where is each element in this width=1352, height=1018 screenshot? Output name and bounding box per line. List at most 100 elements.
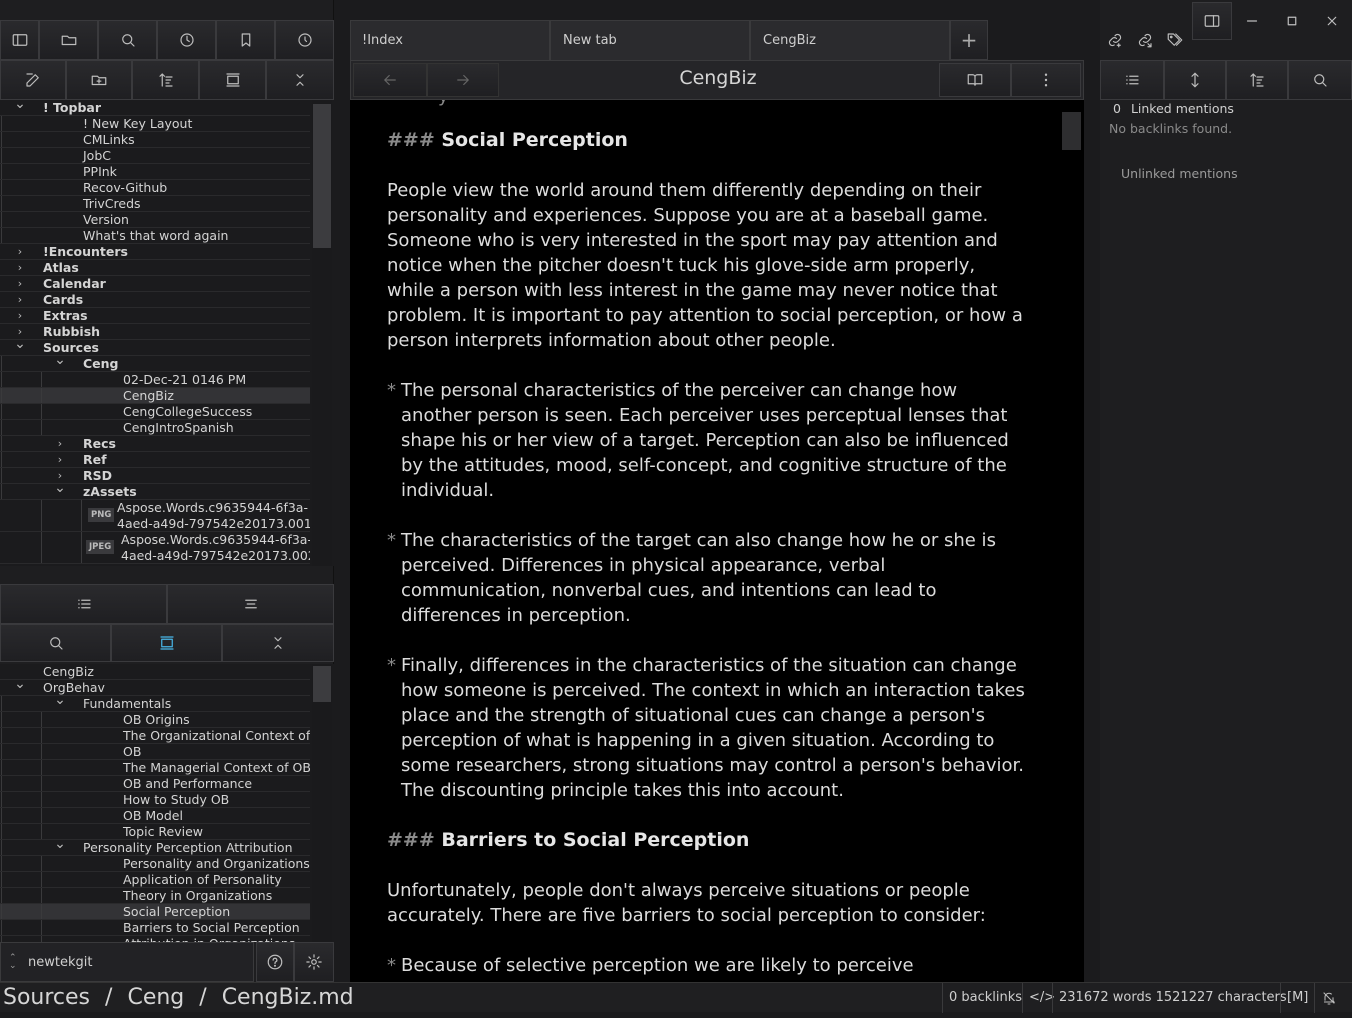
mode-indicator[interactable]: [M]	[1280, 983, 1314, 1013]
breadcrumb-item[interactable]: CengBiz.md	[222, 985, 354, 1010]
asset-file-item[interactable]: JPEG Aspose.Words.c9635944-6f3a- 4aed-a49d…	[0, 532, 310, 564]
bullet-item[interactable]: * The personal characteristics of the per…	[387, 378, 1027, 503]
tree-item[interactable]: OB Model	[0, 808, 310, 824]
tree-item[interactable]: Version	[0, 212, 310, 228]
tree-item[interactable]: What's that word again	[0, 228, 310, 244]
chevron-down-icon[interactable]: ⌄	[14, 340, 26, 352]
tree-item[interactable]: ! New Key Layout	[0, 116, 310, 132]
tree-item[interactable]: ⌄ OrgBehav	[0, 680, 310, 696]
tree-item[interactable]: TrivCreds	[0, 196, 310, 212]
chevron-right-icon[interactable]: ›	[14, 260, 26, 275]
chevron-down-icon[interactable]: ⌄	[54, 696, 66, 708]
tree-item[interactable]: › Cards	[0, 292, 310, 308]
clock-button[interactable]	[157, 20, 216, 60]
chevron-right-icon[interactable]: ›	[14, 244, 26, 259]
tree-item[interactable]: › Atlas	[0, 260, 310, 276]
forward-button[interactable]	[427, 63, 499, 97]
collapse-all-button[interactable]	[222, 624, 334, 662]
tree-item[interactable]: Topic Review	[0, 824, 310, 840]
chevron-down-icon[interactable]: ⌄	[14, 680, 26, 692]
tree-item[interactable]: OB Origins	[0, 712, 310, 728]
file-tree-scrollbar[interactable]	[312, 100, 332, 566]
tree-item[interactable]: › !Encounters	[0, 244, 310, 260]
tree-item[interactable]: PPInk	[0, 164, 310, 180]
section-heading[interactable]: ### Barriers to Social Perception	[387, 828, 1027, 853]
chevron-right-icon[interactable]: ›	[14, 276, 26, 291]
history-button[interactable]	[275, 20, 334, 60]
collapse-view-button[interactable]	[111, 624, 222, 662]
backlinks-search-button[interactable]	[1288, 60, 1352, 100]
tree-item[interactable]: CengBiz	[0, 664, 310, 680]
chevron-right-icon[interactable]: ›	[14, 308, 26, 323]
chevron-right-icon[interactable]: ›	[54, 436, 66, 451]
tree-item[interactable]: › Ref	[0, 452, 310, 468]
section-heading[interactable]: ### Social Perception	[387, 128, 1027, 153]
tree-item[interactable]: JobC	[0, 148, 310, 164]
asset-file-item[interactable]: PNG Aspose.Words.c9635944-6f3a- 4aed-a49d-…	[0, 500, 310, 532]
tree-item[interactable]: ⌄ ! Topbar	[0, 100, 310, 116]
tree-item[interactable]: Theory in Organizations	[0, 888, 310, 904]
tree-item[interactable]: CengCollegeSuccess	[0, 404, 310, 420]
backlinks-sort-button[interactable]	[1226, 60, 1288, 100]
breadcrumb-item[interactable]: Ceng	[127, 985, 184, 1010]
tree-item[interactable]: › Recs	[0, 436, 310, 452]
search-button[interactable]	[98, 20, 157, 60]
new-folder-button[interactable]	[66, 60, 132, 100]
tree-item[interactable]: ⌄ Sources	[0, 340, 310, 356]
expand-context-button[interactable]	[1164, 60, 1226, 100]
tree-item[interactable]: Application of Personality	[0, 872, 310, 888]
search-button[interactable]	[0, 624, 111, 662]
backlink-button[interactable]	[1100, 20, 1130, 60]
settings-button[interactable]	[294, 942, 334, 982]
outline-scrollbar[interactable]	[312, 664, 332, 942]
folder-button[interactable]	[39, 20, 98, 60]
tree-item[interactable]: ⌄ zAssets	[0, 484, 310, 500]
outline-scroll-thumb[interactable]	[313, 666, 331, 702]
chevron-down-icon[interactable]: ⌄	[14, 100, 26, 112]
collapse-view-button[interactable]	[199, 60, 266, 100]
tab[interactable]: New tab	[550, 20, 750, 60]
tree-item[interactable]: How to Study OB	[0, 792, 310, 808]
bullet-item[interactable]: * Finally, differences in the characteris…	[387, 653, 1027, 803]
tab[interactable]: CengBiz	[750, 20, 950, 60]
tree-item[interactable]: ⌄ Ceng	[0, 356, 310, 372]
tree-item[interactable]: CengIntroSpanish	[0, 420, 310, 436]
file-tree-scroll-thumb[interactable]	[313, 104, 331, 248]
paragraph[interactable]: People view the world around them differ…	[387, 178, 1027, 353]
tree-item[interactable]: The Organizational Context of	[0, 728, 310, 744]
chevron-right-icon[interactable]: ›	[54, 468, 66, 483]
tree-item[interactable]: OB and Performance	[0, 776, 310, 792]
bookmark-button[interactable]	[216, 20, 275, 60]
chevron-right-icon[interactable]: ›	[14, 292, 26, 307]
unlinked-mentions-header[interactable]: Unlinked mentions	[1121, 166, 1238, 181]
reading-view-button[interactable]	[939, 63, 1011, 97]
list-button[interactable]	[0, 584, 167, 624]
tree-item[interactable]: Barriers to Social Perception	[0, 920, 310, 936]
close-window-button[interactable]	[1312, 2, 1352, 40]
backlinks-list-button[interactable]	[1100, 60, 1164, 100]
tree-item[interactable]: Social Perception	[0, 904, 310, 920]
sync-status[interactable]	[1314, 983, 1352, 1013]
tree-item[interactable]: 02-Dec-21 0146 PM	[0, 372, 310, 388]
tree-item[interactable]: › Extras	[0, 308, 310, 324]
tree-item[interactable]: OB	[0, 744, 310, 760]
tree-item[interactable]: › Calendar	[0, 276, 310, 292]
linked-mentions-header[interactable]: 0 Linked mentions	[1113, 101, 1234, 116]
tree-item[interactable]: › Rubbish	[0, 324, 310, 340]
tree-item[interactable]: ⌄ Personality Perception Attribution	[0, 840, 310, 856]
backlinks-count[interactable]: 0 backlinks	[942, 983, 1028, 1013]
new-tab-button[interactable]: +	[950, 20, 988, 60]
maximize-button[interactable]	[1272, 2, 1312, 40]
note-content[interactable]: y ### Social Perception People view the w…	[350, 100, 1084, 982]
more-options-button[interactable]	[1011, 63, 1081, 97]
breadcrumb-item[interactable]: Sources	[3, 985, 90, 1010]
chevron-down-icon[interactable]: ⌄	[54, 356, 66, 368]
paragraph[interactable]: Unfortunately, people don't always perce…	[387, 878, 1027, 928]
tree-item[interactable]: CMLinks	[0, 132, 310, 148]
minimize-button[interactable]	[1232, 2, 1272, 40]
source-mode-toggle[interactable]: </>	[1022, 983, 1055, 1013]
vault-switcher[interactable]: ⌃ ⌄ newtekgit	[0, 942, 254, 982]
chevron-right-icon[interactable]: ›	[54, 452, 66, 467]
chevron-right-icon[interactable]: ›	[14, 324, 26, 339]
tree-item[interactable]: › RSD	[0, 468, 310, 484]
